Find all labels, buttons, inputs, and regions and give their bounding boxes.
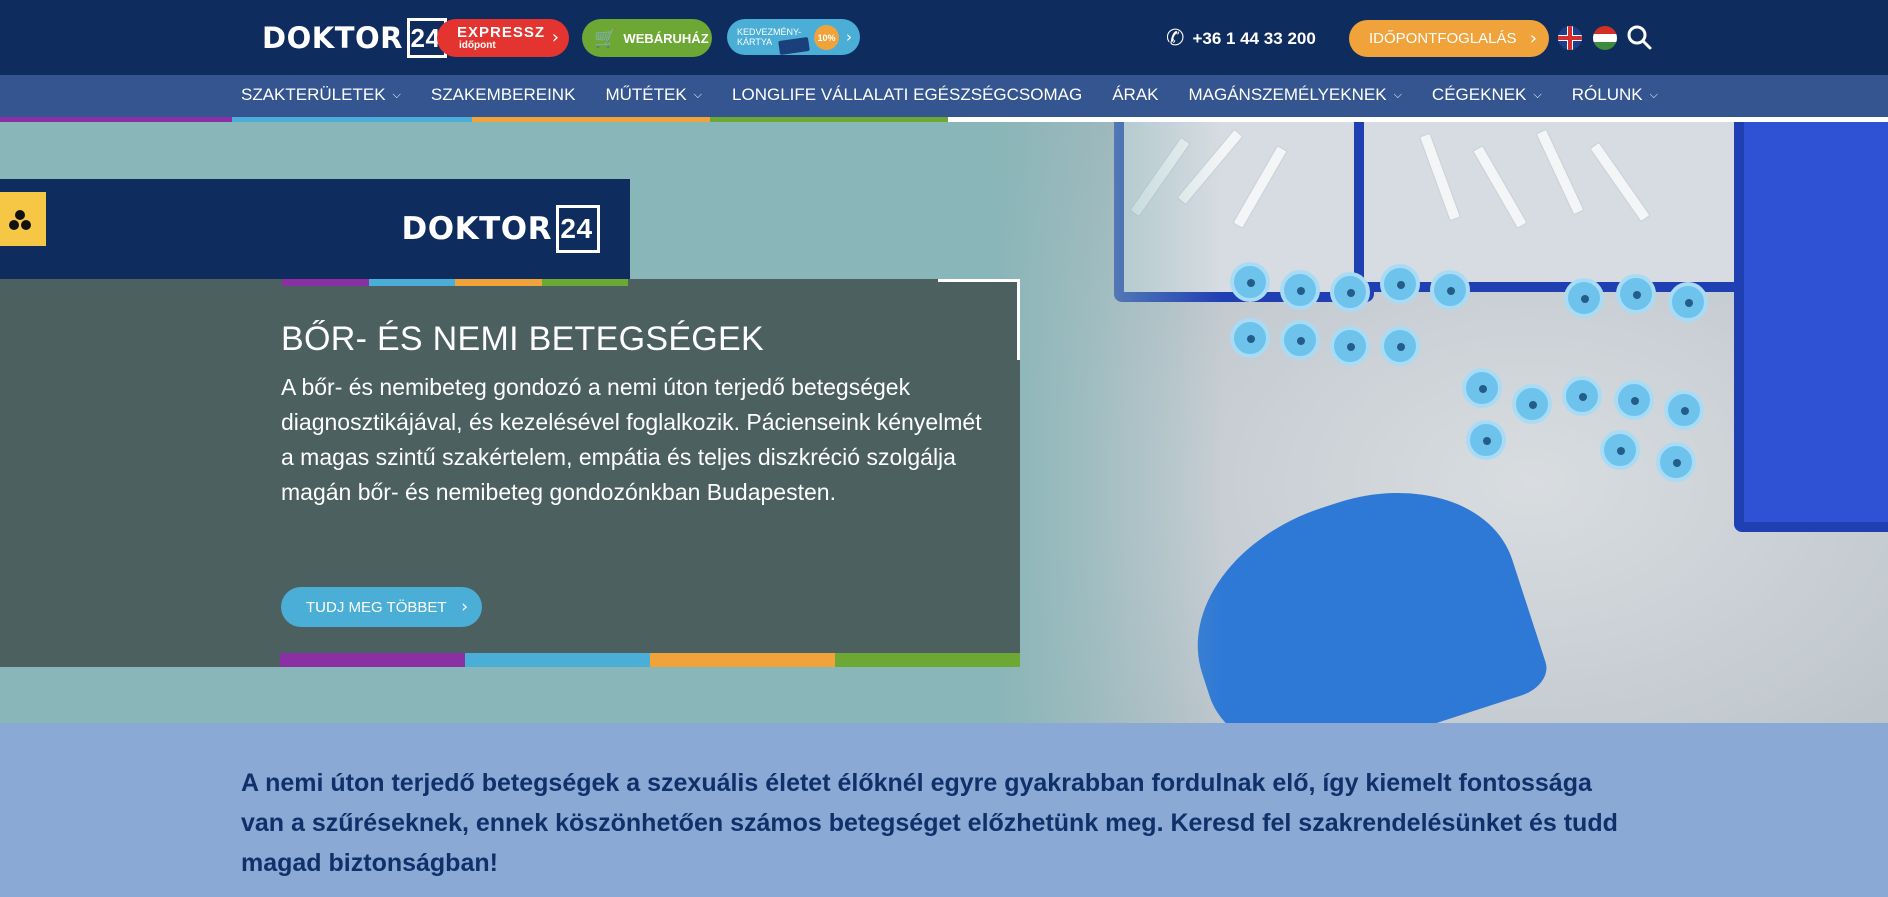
phone-link[interactable]: ✆ +36 1 44 33 200 bbox=[1166, 26, 1316, 51]
corner-decoration bbox=[938, 279, 1020, 360]
card-icon bbox=[778, 36, 810, 56]
nav-item-label: CÉGEKNEK bbox=[1431, 85, 1527, 104]
discount-badge: 10% bbox=[814, 25, 839, 50]
discount-card-button[interactable]: KEDVEZMÉNY-KÁRTYA 10% › bbox=[727, 19, 860, 56]
nav-item-5[interactable]: MAGÁNSZEMÉLYEKNEK ⌵ bbox=[1189, 85, 1402, 105]
chevron-down-icon: ⌵ bbox=[1649, 88, 1658, 101]
search-icon[interactable] bbox=[1626, 24, 1652, 50]
nav-items: SZAKTERÜLETEK ⌵ SZAKEMBEREINK MŰTÉTEK ⌵ LONGL… bbox=[241, 85, 1688, 105]
hero-title: BŐR- ÉS NEMI BETEGSÉGEK bbox=[281, 320, 764, 358]
chevron-down-icon: ⌵ bbox=[693, 88, 703, 101]
expressz-appointment-button[interactable]: EXPRESSZ időpont › bbox=[437, 19, 569, 57]
nav-item-label: SZAKTERÜLETEK bbox=[241, 85, 386, 104]
nav-item-6[interactable]: CÉGEKNEK ⌵ bbox=[1432, 85, 1542, 105]
accessibility-icon[interactable] bbox=[0, 192, 46, 246]
booking-button[interactable]: IDŐPONTFOGLALÁS › bbox=[1349, 20, 1549, 57]
nav-item-label: RÓLUNK bbox=[1571, 85, 1643, 104]
hero-logo-number: 24 bbox=[556, 205, 600, 253]
hero-logo-word: DOKTOR bbox=[401, 211, 552, 247]
phone-number: +36 1 44 33 200 bbox=[1192, 28, 1316, 48]
lab-photo bbox=[994, 122, 1888, 723]
flag-uk-icon[interactable] bbox=[1558, 26, 1582, 50]
phone-icon: ✆ bbox=[1166, 26, 1185, 51]
nav-item-7[interactable]: RÓLUNK ⌵ bbox=[1572, 85, 1658, 105]
panel-bottom-stripe bbox=[280, 653, 1020, 667]
nav-item-label: LONGLIFE VÁLLALATI EGÉSZSÉGCSOMAG bbox=[732, 85, 1083, 104]
nav-item-1[interactable]: SZAKEMBEREINK bbox=[431, 85, 576, 105]
main-nav: SZAKTERÜLETEK ⌵ SZAKEMBEREINK MŰTÉTEK ⌵ LONGL… bbox=[0, 75, 1888, 122]
chevron-down-icon: ⌵ bbox=[1393, 88, 1402, 101]
panel-top-stripe bbox=[282, 279, 628, 286]
site-logo[interactable]: DOKTOR 24 bbox=[262, 18, 447, 58]
hero-logo-bar: DOKTOR 24 bbox=[0, 179, 630, 279]
logo-word: DOKTOR bbox=[262, 21, 403, 55]
learn-more-button[interactable]: TUDJ MEG TÖBBET › bbox=[281, 587, 482, 627]
hero-logo: DOKTOR 24 bbox=[402, 205, 600, 253]
webshop-label: WEBÁRUHÁZ bbox=[623, 30, 709, 46]
intro-text: A nemi úton terjedő betegségek a szexuál… bbox=[241, 769, 1618, 877]
hero-description: A bőr- és nemibeteg gondozó a nemi úton … bbox=[281, 374, 982, 505]
webshop-button[interactable]: 🛒 WEBÁRUHÁZ bbox=[582, 19, 712, 57]
flag-hu-icon[interactable] bbox=[1593, 26, 1617, 50]
top-bar: DOKTOR 24 EXPRESSZ időpont › 🛒 WEBÁRUHÁZ… bbox=[0, 0, 1888, 75]
hero-section: DOKTOR 24 BŐR- ÉS NEMI BETEGSÉGEK A bőr-… bbox=[0, 122, 1888, 723]
nav-item-label: MŰTÉTEK bbox=[605, 85, 687, 104]
nav-item-4[interactable]: ÁRAK bbox=[1112, 85, 1158, 105]
chevron-right-icon: › bbox=[461, 597, 468, 617]
chevron-down-icon: ⌵ bbox=[1533, 88, 1542, 101]
expressz-sublabel: időpont bbox=[459, 40, 496, 51]
nav-item-label: ÁRAK bbox=[1112, 85, 1159, 104]
chevron-right-icon: › bbox=[551, 27, 559, 48]
chevron-down-icon: ⌵ bbox=[392, 88, 401, 101]
chevron-right-icon: › bbox=[1529, 28, 1537, 49]
cart-icon: 🛒 bbox=[594, 27, 617, 48]
nav-item-2[interactable]: MŰTÉTEK ⌵ bbox=[605, 85, 702, 105]
nav-item-0[interactable]: SZAKTERÜLETEK ⌵ bbox=[241, 85, 401, 105]
booking-label: IDŐPONTFOGLALÁS bbox=[1369, 30, 1517, 47]
nav-item-label: MAGÁNSZEMÉLYEKNEK bbox=[1188, 85, 1387, 104]
learn-more-label: TUDJ MEG TÖBBET bbox=[306, 598, 447, 616]
nav-item-3[interactable]: LONGLIFE VÁLLALATI EGÉSZSÉGCSOMAG bbox=[732, 85, 1082, 105]
chevron-right-icon: › bbox=[846, 28, 852, 46]
nav-item-label: SZAKEMBEREINK bbox=[430, 85, 576, 104]
expressz-label: EXPRESSZ bbox=[457, 24, 546, 41]
